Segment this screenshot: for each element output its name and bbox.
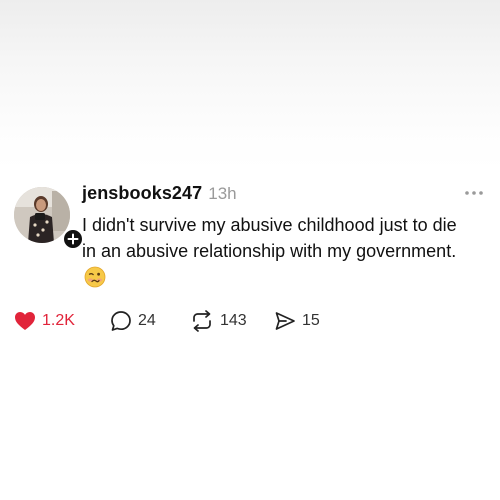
post-header: jensbooks247 13h <box>82 183 472 209</box>
page: jensbooks247 13h I didn't survive my abu… <box>0 0 500 500</box>
reply-button[interactable]: 24 <box>110 309 190 333</box>
comment-icon <box>111 311 131 331</box>
post: jensbooks247 13h I didn't survive my abu… <box>14 183 486 343</box>
plus-icon <box>67 233 79 245</box>
repost-count: 143 <box>220 312 247 329</box>
more-icon <box>465 191 483 195</box>
repost-icon <box>193 310 211 332</box>
more-options-button[interactable] <box>462 185 486 201</box>
share-button[interactable]: 15 <box>274 309 320 333</box>
post-content: jensbooks247 13h I didn't survive my abu… <box>82 183 483 295</box>
like-count: 1.2K <box>42 312 75 329</box>
reply-count: 24 <box>138 312 156 329</box>
like-button[interactable]: 1.2K <box>14 309 110 333</box>
action-bar: 1.2K 24 143 15 <box>14 309 320 333</box>
username[interactable]: jensbooks247 <box>82 183 202 204</box>
post-body: I didn't survive my abusive childhood ju… <box>82 215 457 261</box>
post-text: I didn't survive my abusive childhood ju… <box>82 212 472 295</box>
woozy-face-icon <box>84 266 106 295</box>
repost-button[interactable]: 143 <box>190 309 274 333</box>
send-icon <box>275 312 295 330</box>
heart-icon <box>15 312 35 330</box>
timestamp: 13h <box>208 184 237 203</box>
follow-button[interactable] <box>62 228 84 250</box>
share-count: 15 <box>302 312 320 329</box>
